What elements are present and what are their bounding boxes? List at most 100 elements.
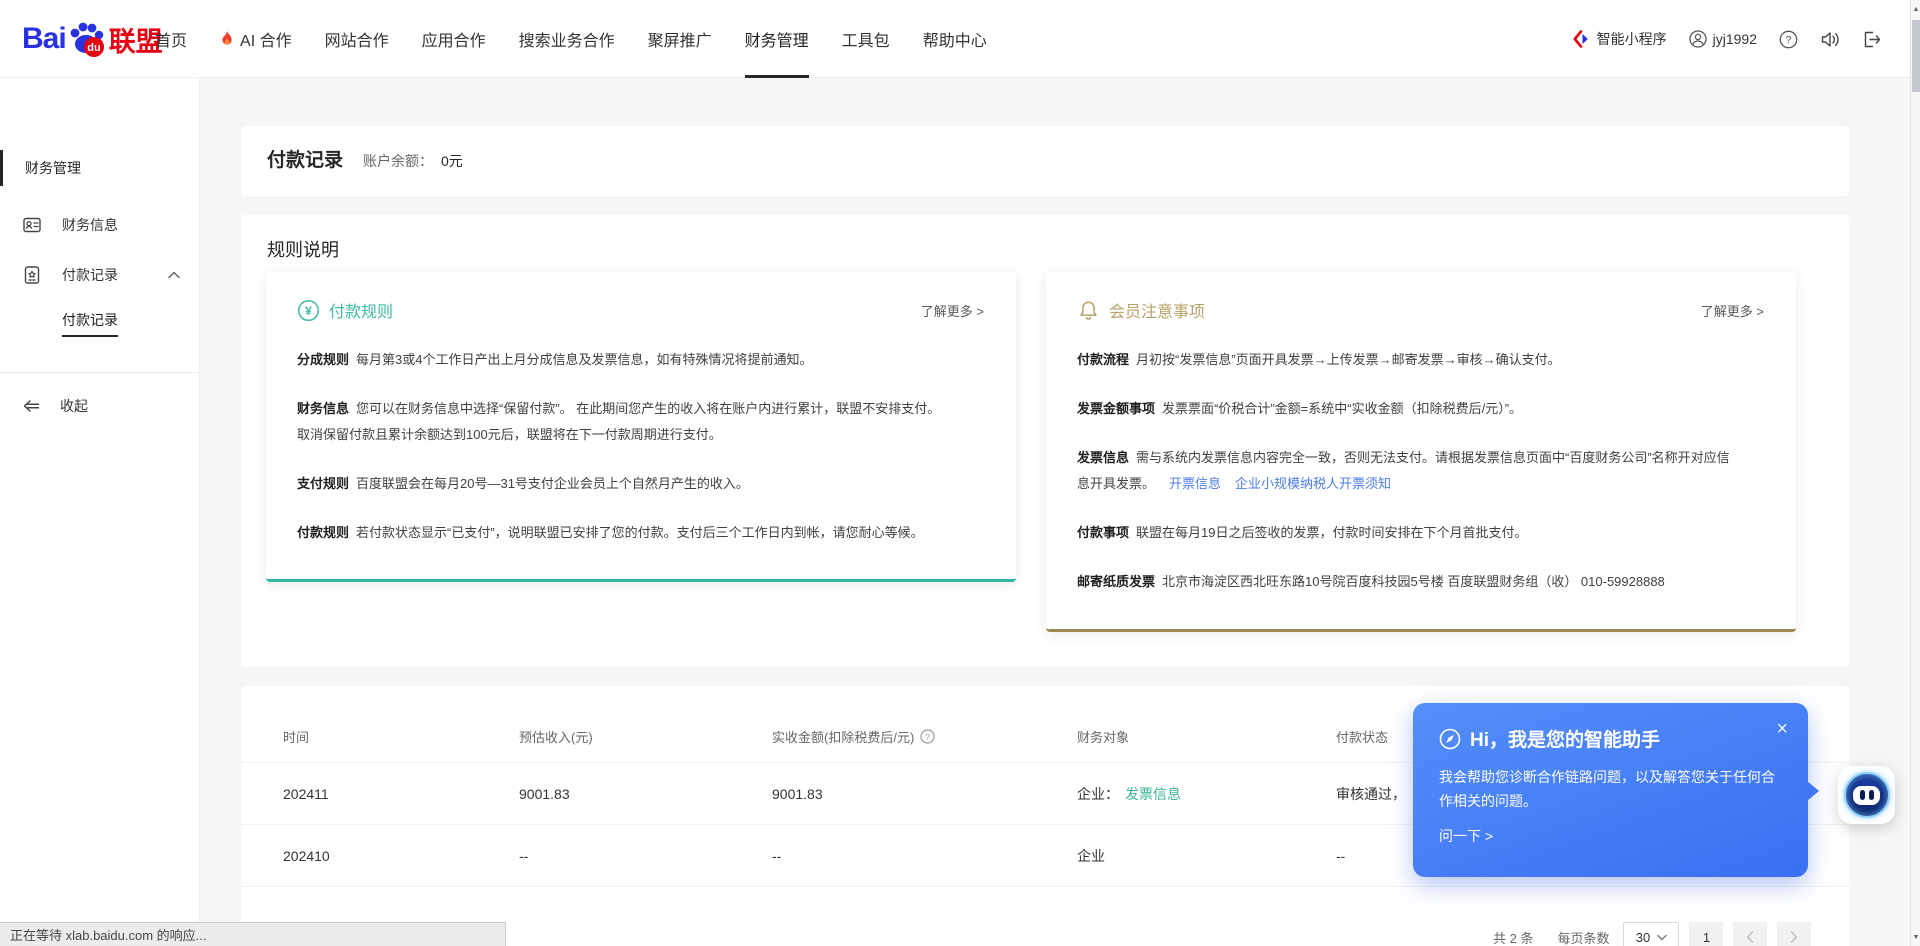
compass-icon xyxy=(1439,728,1461,750)
svg-text:?: ? xyxy=(1786,34,1792,46)
payment-rules-card: ¥ 付款规则 了解更多 > 分成规则每月第3或4个工作日产出上月分成信息及发票信… xyxy=(266,272,1016,582)
active-section-indicator xyxy=(0,150,3,186)
member-notices-more-link[interactable]: 了解更多 > xyxy=(1701,301,1764,320)
rules-section-title: 规则说明 xyxy=(267,236,339,262)
nav-item-screen-promo[interactable]: 聚屏推广 xyxy=(648,0,712,78)
per-page-select[interactable]: 30 xyxy=(1623,922,1679,946)
smart-program-entry[interactable]: 智能小程序 xyxy=(1573,29,1667,49)
balance-label: 账户余额： xyxy=(363,151,433,171)
flame-icon xyxy=(220,31,234,48)
col-estimated-income: 预估收入(元) xyxy=(519,727,772,746)
nav-item-ai[interactable]: AI 合作 xyxy=(220,0,292,78)
scrollbar-thumb[interactable] xyxy=(1912,20,1920,92)
nav-item-website[interactable]: 网站合作 xyxy=(325,0,389,78)
svg-text:¥: ¥ xyxy=(305,303,312,317)
account-balance: 账户余额： 0元 xyxy=(363,126,463,196)
question-circle-icon[interactable]: ? xyxy=(920,729,935,744)
robot-icon xyxy=(1844,772,1890,818)
payment-rules-more-link[interactable]: 了解更多 > xyxy=(921,301,984,320)
nav-item-toolkit[interactable]: 工具包 xyxy=(842,0,890,78)
browser-status-bar: 正在等待 xlab.baidu.com 的响应... xyxy=(0,922,506,946)
notice-item: 邮寄纸质发票北京市海淀区西北旺东路10号院百度科技园5号楼 百度联盟财务组（收）… xyxy=(1077,569,1732,595)
assistant-popup: Hi，我是您的智能助手 × 我会帮助您诊断合作链路问题，以及解答您关于任何合作相… xyxy=(1413,703,1808,877)
sidebar: 财务管理 财务信息 付款记录 付款记录 收起 xyxy=(0,78,200,946)
vertical-scrollbar[interactable]: ▲ ▼ xyxy=(1910,0,1920,946)
top-nav: Bai du 联盟 首页 AI 合作 xyxy=(0,0,1910,78)
pagination: 共 2 条 每页条数 30 1 xyxy=(1493,922,1811,946)
scroll-down-arrow[interactable]: ▼ xyxy=(1911,930,1920,944)
cell-estimated: 9001.83 xyxy=(519,786,772,802)
collapse-icon xyxy=(22,398,41,414)
cell-time: 202410 xyxy=(283,848,519,864)
nav-right-cluster: 智能小程序 jyj1992 ? xyxy=(1573,0,1882,78)
member-notices-content: 付款流程月初按“发票信息”页面开具发票→上传发票→邮寄发票→审核→确认支付。 发… xyxy=(1077,347,1732,595)
nav-item-help-center[interactable]: 帮助中心 xyxy=(923,0,987,78)
sidebar-item-payment-records[interactable]: 付款记录 xyxy=(0,255,199,295)
logo-text-bai: Bai xyxy=(22,22,66,56)
assistant-robot-button[interactable] xyxy=(1838,766,1895,824)
sidebar-divider xyxy=(0,372,200,373)
smart-program-icon xyxy=(1573,30,1591,48)
page-header-card: 付款记录 账户余额： 0元 xyxy=(241,126,1849,196)
sidebar-subitem-payment-records[interactable]: 付款记录 xyxy=(62,305,118,341)
logout-icon[interactable] xyxy=(1862,30,1882,49)
page-number-1[interactable]: 1 xyxy=(1689,922,1723,946)
payment-rules-content: 分成规则每月第3或4个工作日产出上月分成信息及发票信息，如有特殊情况将提前通知。… xyxy=(297,347,952,546)
col-finance-object: 财务对象 xyxy=(1077,727,1336,746)
col-actual-amount: 实收金额(扣除税费后/元) ? xyxy=(772,727,1077,746)
small-taxpayer-guide-link[interactable]: 企业小规模纳税人开票须知 xyxy=(1235,476,1391,491)
cell-finance: 企业 xyxy=(1077,846,1336,866)
assistant-ask-link[interactable]: 问一下 > xyxy=(1439,826,1782,846)
user-icon xyxy=(1689,30,1707,48)
notice-item: 发票金额事项发票票面“价税合计”金额=系统中“实收金额（扣除税费后/元）”。 xyxy=(1077,396,1732,422)
status-text: 正在等待 xlab.baidu.com 的响应... xyxy=(10,925,207,944)
nav-item-home[interactable]: 首页 xyxy=(155,0,187,78)
help-icon[interactable]: ? xyxy=(1779,30,1798,49)
cell-time: 202411 xyxy=(283,786,519,802)
notice-item: 付款事项联盟在每月19日之后签收的发票，付款时间安排在下个月首批支付。 xyxy=(1077,520,1732,546)
rule-item: 付款规则若付款状态显示“已支付”，说明联盟已安排了您的付款。支付后三个工作日内到… xyxy=(297,520,952,546)
per-page-label: 每页条数 xyxy=(1557,928,1609,946)
sidebar-collapse-button[interactable]: 收起 xyxy=(0,388,199,424)
invoice-info-link[interactable]: 开票信息 xyxy=(1169,476,1221,491)
payment-rules-header: ¥ 付款规则 了解更多 > xyxy=(297,298,984,322)
prev-page-button[interactable] xyxy=(1733,922,1767,946)
coin-yen-icon: ¥ xyxy=(297,299,320,322)
badge-star-icon xyxy=(22,265,42,285)
sound-icon[interactable] xyxy=(1820,30,1840,49)
invoice-detail-link[interactable]: 发票信息 xyxy=(1125,786,1181,802)
next-page-button[interactable] xyxy=(1777,922,1811,946)
assistant-title: Hi，我是您的智能助手 xyxy=(1470,725,1660,752)
svg-text:du: du xyxy=(87,42,100,54)
balance-value: 0元 xyxy=(441,151,463,171)
rule-item: 分成规则每月第3或4个工作日产出上月分成信息及发票信息，如有特殊情况将提前通知。 xyxy=(297,347,952,373)
notice-item: 付款流程月初按“发票信息”页面开具发票→上传发票→邮寄发票→审核→确认支付。 xyxy=(1077,347,1732,373)
assistant-header: Hi，我是您的智能助手 xyxy=(1439,725,1782,752)
chevron-down-icon xyxy=(1657,934,1667,941)
baidu-paw-icon: du xyxy=(67,19,107,59)
user-account[interactable]: jyj1992 xyxy=(1689,30,1757,48)
cell-actual: -- xyxy=(772,848,1077,864)
rules-section-card: 规则说明 ¥ 付款规则 了解更多 > 分成规则每月第3或4个工作日产出上月分成信… xyxy=(241,215,1849,667)
baidu-union-finance-page: Bai du 联盟 首页 AI 合作 xyxy=(0,0,1920,946)
nav-item-finance[interactable]: 财务管理 xyxy=(745,0,809,78)
col-time: 时间 xyxy=(283,727,519,746)
rule-item: 财务信息您可以在财务信息中选择“保留付款”。 在此期间您产生的收入将在账户内进行… xyxy=(297,396,952,448)
nav-item-search-business[interactable]: 搜索业务合作 xyxy=(519,0,615,78)
sidebar-item-finance-info[interactable]: 财务信息 xyxy=(0,205,199,245)
cell-estimated: -- xyxy=(519,848,772,864)
total-count: 共 2 条 xyxy=(1493,928,1533,946)
nav-item-app[interactable]: 应用合作 xyxy=(422,0,486,78)
cell-finance: 企业：发票信息 xyxy=(1077,784,1336,804)
sidebar-section-finance[interactable]: 财务管理 xyxy=(0,150,199,186)
notice-item: 发票信息需与系统内发票信息内容完全一致，否则无法支付。请根据发票信息页面中“百度… xyxy=(1077,445,1732,497)
member-notices-title: 会员注意事项 xyxy=(1109,298,1205,322)
rule-item: 支付规则百度联盟会在每月20号—31号支付企业会员上个自然月产生的收入。 xyxy=(297,471,952,497)
member-notices-header: 会员注意事项 了解更多 > xyxy=(1077,298,1764,322)
baidu-union-logo[interactable]: Bai du 联盟 xyxy=(22,16,163,62)
chevron-up-icon[interactable] xyxy=(168,271,180,279)
id-card-icon xyxy=(22,215,42,235)
close-icon[interactable]: × xyxy=(1776,717,1788,741)
assistant-body: 我会帮助您诊断合作链路问题，以及解答您关于任何合作相关的问题。 xyxy=(1439,765,1779,813)
scroll-up-arrow[interactable]: ▲ xyxy=(1911,2,1920,16)
